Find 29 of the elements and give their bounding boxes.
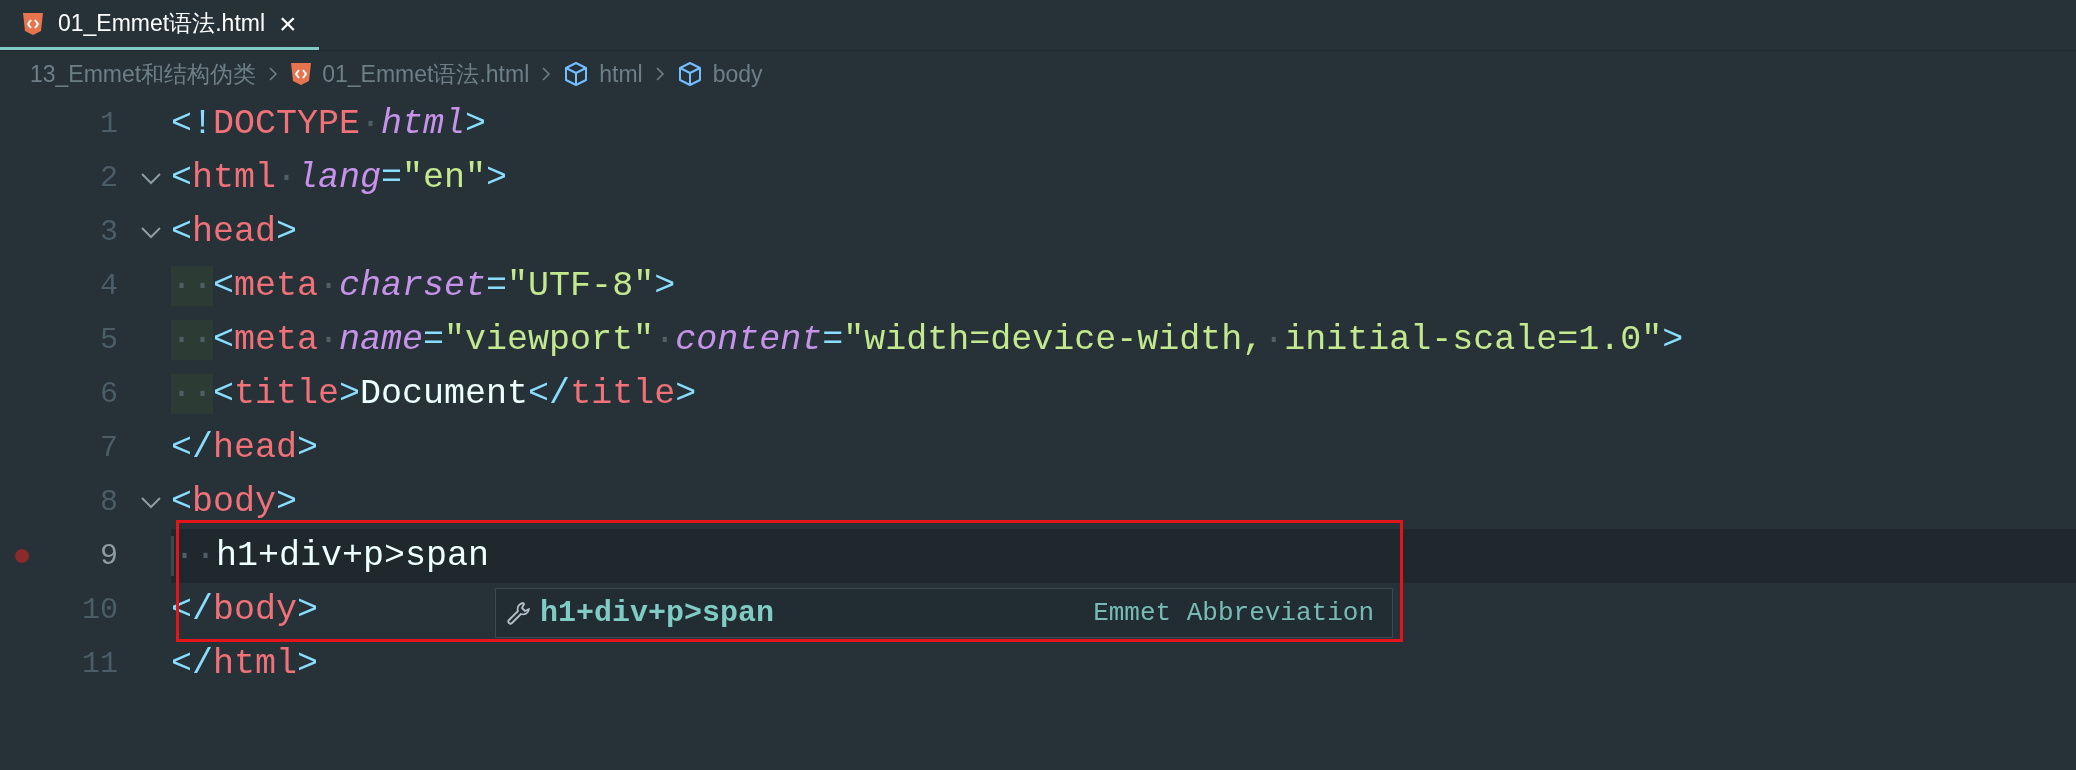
html-file-icon — [22, 11, 44, 36]
code-line: ··<meta·charset="UTF-8"> — [171, 266, 676, 306]
fold-chevron-icon[interactable] — [140, 225, 162, 239]
tab-label: 01_Emmet语法.html — [58, 9, 266, 38]
close-button[interactable]: × — [279, 8, 297, 39]
suggestion-label: h1+div+p>span — [540, 596, 775, 630]
editor-tab[interactable]: 01_Emmet语法.html × — [0, 0, 319, 50]
html-file-icon — [290, 62, 313, 86]
line-number: 9 — [99, 539, 118, 573]
fold-chevron-icon[interactable] — [140, 495, 162, 509]
code-line: ··h1+div+p>span — [171, 536, 490, 576]
suggestion-detail: Emmet Abbreviation — [1093, 598, 1374, 628]
code-line: ··<meta·name="viewport"·content="width=device-width,·initial-scale=1.0"> — [171, 320, 1684, 360]
code-line: <html·lang="en"> — [171, 158, 508, 198]
code-line: </head> — [171, 428, 319, 468]
wrench-icon — [506, 600, 532, 626]
code-line: <body> — [171, 482, 298, 522]
code-line: ··<title>Document</title> — [171, 374, 697, 414]
fold-chevron-icon[interactable] — [140, 171, 162, 185]
cube-icon — [676, 61, 703, 87]
cube-icon — [563, 61, 590, 87]
code-line: <!DOCTYPE·html> — [171, 104, 487, 144]
code-line: </html> — [171, 644, 319, 684]
breadcrumb-item[interactable]: 01_Emmet语法.html — [322, 58, 530, 90]
suggestion-popup[interactable]: h1+div+p>span Emmet Abbreviation — [495, 588, 1393, 638]
breadcrumb-item[interactable]: body — [712, 60, 763, 88]
code-line: <head> — [171, 212, 298, 252]
breadcrumb-item[interactable]: html — [599, 60, 643, 88]
breadcrumb-item[interactable]: 13_Emmet和结构伪类 — [30, 58, 257, 90]
